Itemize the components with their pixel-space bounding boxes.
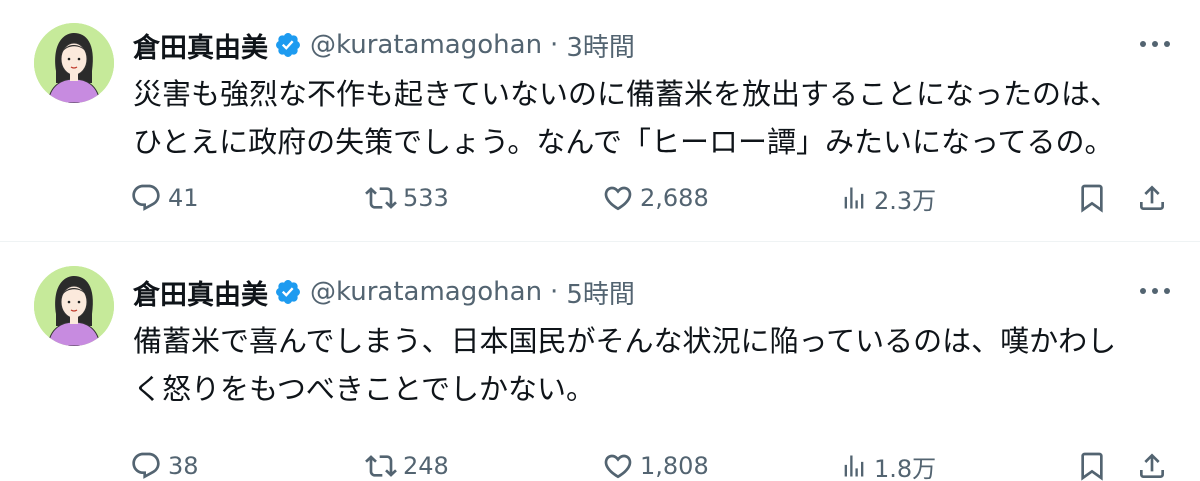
repost-button[interactable]: 533: [365, 175, 449, 221]
repost-arrows-icon: [365, 182, 397, 214]
repost-arrows-icon: [365, 450, 397, 481]
reply-count: 38: [168, 452, 199, 480]
share-button[interactable]: [1136, 175, 1168, 221]
avatar[interactable]: [34, 266, 114, 346]
views-button[interactable]: 1.8万: [840, 443, 936, 481]
separator-dot: ·: [550, 277, 559, 307]
views-count: 2.3万: [874, 186, 937, 215]
share-button[interactable]: [1136, 443, 1168, 481]
tweet[interactable]: 倉田真由美 @kuratamagohan · 5時間 備蓄米で喜んでしまう、日本…: [0, 243, 1200, 481]
reply-bubble-icon: [130, 450, 162, 481]
like-button[interactable]: 2,688: [602, 175, 709, 221]
tweet[interactable]: 倉田真由美 @kuratamagohan · 3時間 災害も強烈な不作も起きてい…: [0, 0, 1200, 242]
like-count: 2,688: [640, 184, 709, 212]
more-dots-icon[interactable]: [1140, 281, 1170, 301]
views-bar-icon: [840, 184, 868, 212]
tweet-text: 備蓄米で喜んでしまう、日本国民がそんな状況に陥っているのは、嘆かわし く怒りをも…: [133, 317, 1173, 413]
views-bar-icon: [840, 452, 868, 480]
views-count: 1.8万: [874, 454, 937, 481]
repost-count: 533: [403, 184, 449, 212]
bookmark-icon: [1076, 450, 1108, 481]
repost-button[interactable]: 248: [365, 443, 449, 481]
tweet-header: 倉田真由美 @kuratamagohan · 3時間: [133, 26, 635, 64]
like-count: 1,808: [640, 452, 709, 480]
heart-icon: [602, 182, 634, 214]
author-name[interactable]: 倉田真由美: [133, 26, 268, 65]
repost-count: 248: [403, 452, 449, 480]
tweet-text: 災害も強烈な不作も起きていないのに備蓄米を放出することになったのは、 ひとえに政…: [133, 70, 1173, 166]
separator-dot: ·: [550, 30, 559, 60]
verified-badge-icon: [274, 31, 302, 59]
avatar[interactable]: [34, 23, 114, 103]
bookmark-button[interactable]: [1076, 175, 1108, 221]
heart-icon: [602, 450, 634, 481]
more-dots-icon[interactable]: [1140, 34, 1170, 54]
reply-bubble-icon: [130, 182, 162, 214]
action-bar: 41 533 2,688 2.3万: [0, 175, 1200, 221]
views-button[interactable]: 2.3万: [840, 175, 936, 221]
tweet-feed: 倉田真由美 @kuratamagohan · 3時間 災害も強烈な不作も起きてい…: [0, 0, 1200, 481]
author-handle[interactable]: @kuratamagohan: [310, 30, 542, 60]
bookmark-button[interactable]: [1076, 443, 1108, 481]
tweet-time[interactable]: 3時間: [566, 27, 635, 64]
tweet-text-line: 備蓄米で喜んでしまう、日本国民がそんな状況に陥っているのは、嘆かわし: [133, 324, 1117, 358]
share-icon: [1136, 182, 1168, 214]
tweet-header: 倉田真由美 @kuratamagohan · 5時間: [133, 273, 635, 311]
share-icon: [1136, 450, 1168, 481]
like-button[interactable]: 1,808: [602, 443, 709, 481]
tweet-text-line: ひとえに政府の失策でしょう。なんで「ヒーロー譚」みたいになってるの。: [133, 125, 1114, 159]
bookmark-icon: [1076, 182, 1108, 214]
tweet-text-line: く怒りをもつべきことでしかない。: [133, 372, 595, 406]
verified-badge-icon: [274, 278, 302, 306]
action-bar: 38 248 1,808 1.8万: [0, 443, 1200, 481]
tweet-text-line: 災害も強烈な不作も起きていないのに備蓄米を放出することになったのは、: [133, 77, 1120, 111]
author-handle[interactable]: @kuratamagohan: [310, 277, 542, 307]
tweet-time[interactable]: 5時間: [566, 274, 635, 311]
reply-count: 41: [168, 184, 199, 212]
reply-button[interactable]: 38: [130, 443, 199, 481]
reply-button[interactable]: 41: [130, 175, 199, 221]
author-name[interactable]: 倉田真由美: [133, 273, 268, 312]
